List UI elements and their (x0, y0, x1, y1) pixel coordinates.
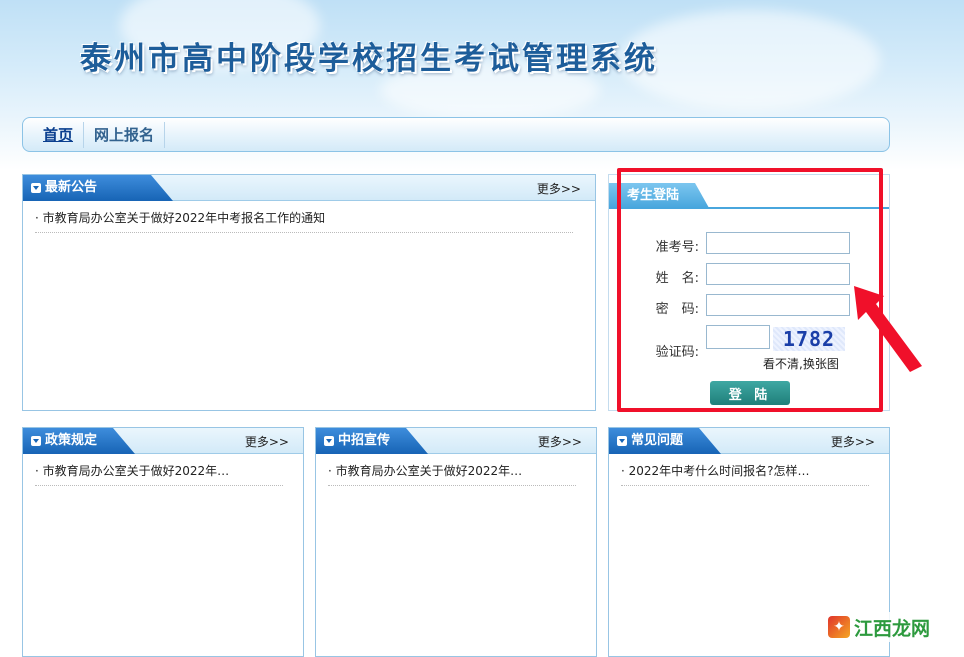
site-title: 泰州市高中阶段学校招生考试管理系统 (80, 41, 658, 77)
publicity-title: 中招宣传 (338, 433, 391, 448)
collapse-arrow-icon[interactable] (31, 183, 41, 193)
captcha-refresh-link[interactable]: 看不清,换张图 (763, 355, 839, 372)
list-item[interactable]: 市教育局办公室关于做好2022年… (328, 462, 576, 486)
faq-more-link[interactable]: 更多>> (831, 433, 875, 450)
exam-number-input[interactable] (706, 232, 850, 254)
nav-item-home[interactable]: 首页 (33, 121, 85, 148)
exam-number-label: 准考号: (655, 240, 699, 255)
announcements-more-link[interactable]: 更多>> (537, 180, 581, 197)
watermark-mark-icon: ✦ (828, 616, 850, 638)
watermark-text: 江西龙网 (854, 617, 931, 640)
policy-more-link[interactable]: 更多>> (245, 433, 289, 450)
collapse-arrow-icon[interactable] (324, 436, 334, 446)
faq-tab: 常见问题 (609, 428, 721, 454)
captcha-label: 验证码: (655, 345, 699, 360)
main-nav: 首页 网上报名 (22, 117, 890, 152)
policy-tab: 政策规定 (23, 428, 135, 454)
collapse-arrow-icon[interactable] (31, 436, 41, 446)
panel-header: 常见问题 更多>> (609, 428, 889, 454)
policy-panel: 政策规定 更多>> 市教育局办公室关于做好2022年… (22, 427, 304, 657)
divider (609, 207, 889, 209)
list-item[interactable]: 市教育局办公室关于做好2022年… (35, 462, 283, 486)
red-arrow-icon (854, 286, 922, 372)
panel-header: 中招宣传 更多>> (316, 428, 596, 454)
announcements-panel: 最新公告 更多>> 市教育局办公室关于做好2022年中考报名工作的通知 (22, 174, 596, 411)
publicity-more-link[interactable]: 更多>> (538, 433, 582, 450)
watermark-logo: ✦ 江西龙网 (822, 612, 937, 642)
name-input[interactable] (706, 263, 850, 285)
announcements-title: 最新公告 (45, 180, 98, 195)
nav-item-online-registration[interactable]: 网上报名 (84, 121, 166, 148)
password-label: 密 码: (655, 302, 699, 317)
faq-title: 常见问题 (631, 433, 684, 448)
name-label: 姓 名: (655, 271, 699, 286)
policy-title: 政策规定 (45, 433, 98, 448)
login-button[interactable]: 登 陆 (710, 381, 790, 405)
list-item[interactable]: 2022年中考什么时间报名?怎样… (621, 462, 869, 486)
collapse-arrow-icon[interactable] (617, 436, 627, 446)
announcements-tab: 最新公告 (23, 175, 173, 201)
panel-header: 政策规定 更多>> (23, 428, 303, 454)
publicity-tab: 中招宣传 (316, 428, 428, 454)
password-input[interactable] (706, 294, 850, 316)
panel-header: 最新公告 更多>> (23, 175, 595, 201)
publicity-panel: 中招宣传 更多>> 市教育局办公室关于做好2022年… (315, 427, 597, 657)
list-item[interactable]: 市教育局办公室关于做好2022年中考报名工作的通知 (35, 209, 573, 233)
captcha-image[interactable]: 1782 (773, 327, 845, 351)
captcha-input[interactable] (706, 325, 770, 349)
login-tab: 考生登陆 (609, 183, 709, 208)
